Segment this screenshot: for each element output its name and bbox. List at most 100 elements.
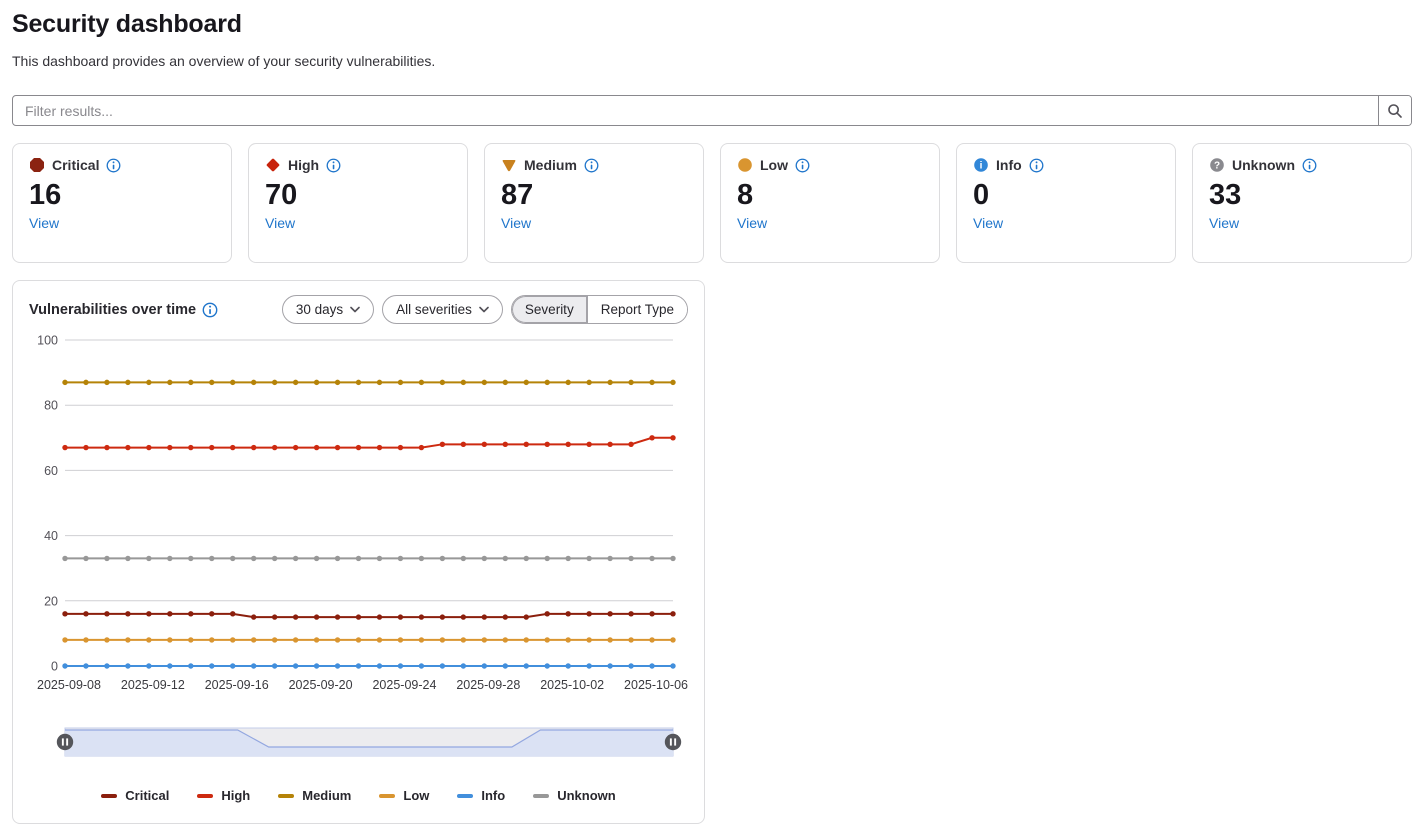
chart-legend: Critical High Medium Low Info Unknown: [29, 788, 688, 803]
security-dashboard-page: Security dashboard This dashboard provid…: [0, 0, 1425, 824]
svg-text:60: 60: [44, 464, 58, 478]
severity-critical-icon: [29, 157, 45, 173]
severity-high-icon: [265, 157, 281, 173]
severity-summary-cards: Critical 16 View High 70 View Medium 87 View Low 8…: [12, 143, 1412, 263]
severity-card-high: High 70 View: [248, 143, 468, 263]
svg-text:2025-09-28: 2025-09-28: [456, 678, 520, 692]
severity-filter-value: All severities: [396, 302, 472, 317]
legend-item-unknown[interactable]: Unknown: [533, 788, 616, 803]
info-icon[interactable]: [106, 158, 121, 173]
view-link[interactable]: View: [737, 215, 767, 231]
chevron-down-icon: [479, 306, 489, 313]
chart-controls: 30 days All severities Severity Report T…: [282, 295, 688, 324]
legend-item-info[interactable]: Info: [457, 788, 505, 803]
card-header: Critical: [29, 157, 215, 173]
legend-label: Low: [403, 788, 429, 803]
severity-count: 8: [737, 179, 923, 212]
legend-label: Medium: [302, 788, 351, 803]
legend-item-critical[interactable]: Critical: [101, 788, 169, 803]
info-icon[interactable]: [1302, 158, 1317, 173]
legend-swatch: [457, 794, 473, 798]
severity-count: 70: [265, 179, 451, 212]
svg-text:?: ?: [1214, 161, 1220, 172]
severity-card-medium: Medium 87 View: [484, 143, 704, 263]
legend-swatch: [197, 794, 213, 798]
card-header: ? Unknown: [1209, 157, 1395, 173]
search-button[interactable]: [1378, 96, 1411, 125]
severity-unknown-icon: ?: [1209, 157, 1225, 173]
zoom-slider-left-handle[interactable]: [57, 734, 73, 750]
severity-card-low: Low 8 View: [720, 143, 940, 263]
svg-text:2025-09-24: 2025-09-24: [372, 678, 436, 692]
severity-count: 33: [1209, 179, 1395, 212]
chart-zoom-slider[interactable]: [29, 725, 690, 759]
severity-low-icon: [737, 157, 753, 173]
info-icon[interactable]: [795, 158, 810, 173]
svg-text:2025-09-20: 2025-09-20: [289, 678, 353, 692]
chart-header: Vulnerabilities over time 30 days All se…: [29, 295, 688, 324]
legend-label: Info: [481, 788, 505, 803]
page-subtitle: This dashboard provides an overview of y…: [12, 53, 1412, 69]
severity-label: Critical: [52, 157, 99, 173]
view-link[interactable]: View: [265, 215, 295, 231]
svg-text:i: i: [980, 161, 983, 172]
page-title: Security dashboard: [12, 10, 1412, 39]
severity-label: Unknown: [1232, 157, 1295, 173]
severity-medium-icon: [501, 157, 517, 173]
vulnerabilities-line-chart: 0 20 40 60 80 100 2025-09-08 2025-09-12 2025-09-…: [29, 330, 690, 702]
card-header: Medium: [501, 157, 687, 173]
info-icon[interactable]: [202, 302, 218, 318]
view-link[interactable]: View: [973, 215, 1003, 231]
severity-label: High: [288, 157, 319, 173]
severity-count: 16: [29, 179, 215, 212]
info-icon[interactable]: [1029, 158, 1044, 173]
svg-text:0: 0: [51, 660, 58, 674]
view-link[interactable]: View: [501, 215, 531, 231]
severity-count: 0: [973, 179, 1159, 212]
severity-card-critical: Critical 16 View: [12, 143, 232, 263]
svg-text:80: 80: [44, 399, 58, 413]
svg-text:40: 40: [44, 529, 58, 543]
chart-grouping-toggle: Severity Report Type: [511, 295, 688, 324]
severity-filter-dropdown[interactable]: All severities: [382, 295, 503, 324]
chevron-down-icon: [350, 306, 360, 313]
svg-text:2025-09-12: 2025-09-12: [121, 678, 185, 692]
svg-text:20: 20: [44, 594, 58, 608]
search-icon: [1387, 103, 1403, 119]
vulnerabilities-over-time-panel: Vulnerabilities over time 30 days All se…: [12, 280, 705, 824]
card-header: Low: [737, 157, 923, 173]
toggle-severity[interactable]: Severity: [512, 296, 587, 323]
svg-text:2025-09-16: 2025-09-16: [205, 678, 269, 692]
view-link[interactable]: View: [1209, 215, 1239, 231]
toggle-report-type[interactable]: Report Type: [587, 296, 687, 323]
legend-item-medium[interactable]: Medium: [278, 788, 351, 803]
zoom-slider-right-handle[interactable]: [665, 734, 681, 750]
info-icon[interactable]: [584, 158, 599, 173]
filter-bar: [12, 95, 1412, 126]
severity-label: Medium: [524, 157, 577, 173]
info-icon[interactable]: [326, 158, 341, 173]
legend-item-low[interactable]: Low: [379, 788, 429, 803]
legend-label: Unknown: [557, 788, 616, 803]
severity-count: 87: [501, 179, 687, 212]
view-link[interactable]: View: [29, 215, 59, 231]
legend-label: Critical: [125, 788, 169, 803]
svg-text:2025-10-06: 2025-10-06: [624, 678, 688, 692]
svg-text:2025-10-02: 2025-10-02: [540, 678, 604, 692]
legend-swatch: [101, 794, 117, 798]
date-range-dropdown[interactable]: 30 days: [282, 295, 374, 324]
chart-title: Vulnerabilities over time: [29, 302, 196, 318]
legend-swatch: [278, 794, 294, 798]
severity-label: Info: [996, 157, 1022, 173]
date-range-value: 30 days: [296, 302, 343, 317]
svg-text:100: 100: [37, 334, 58, 348]
card-header: High: [265, 157, 451, 173]
legend-item-high[interactable]: High: [197, 788, 250, 803]
card-header: i Info: [973, 157, 1159, 173]
severity-label: Low: [760, 157, 788, 173]
severity-card-unknown: ? Unknown 33 View: [1192, 143, 1412, 263]
svg-text:2025-09-08: 2025-09-08: [37, 678, 101, 692]
filter-input[interactable]: [13, 96, 1378, 125]
severity-card-info: i Info 0 View: [956, 143, 1176, 263]
legend-swatch: [379, 794, 395, 798]
